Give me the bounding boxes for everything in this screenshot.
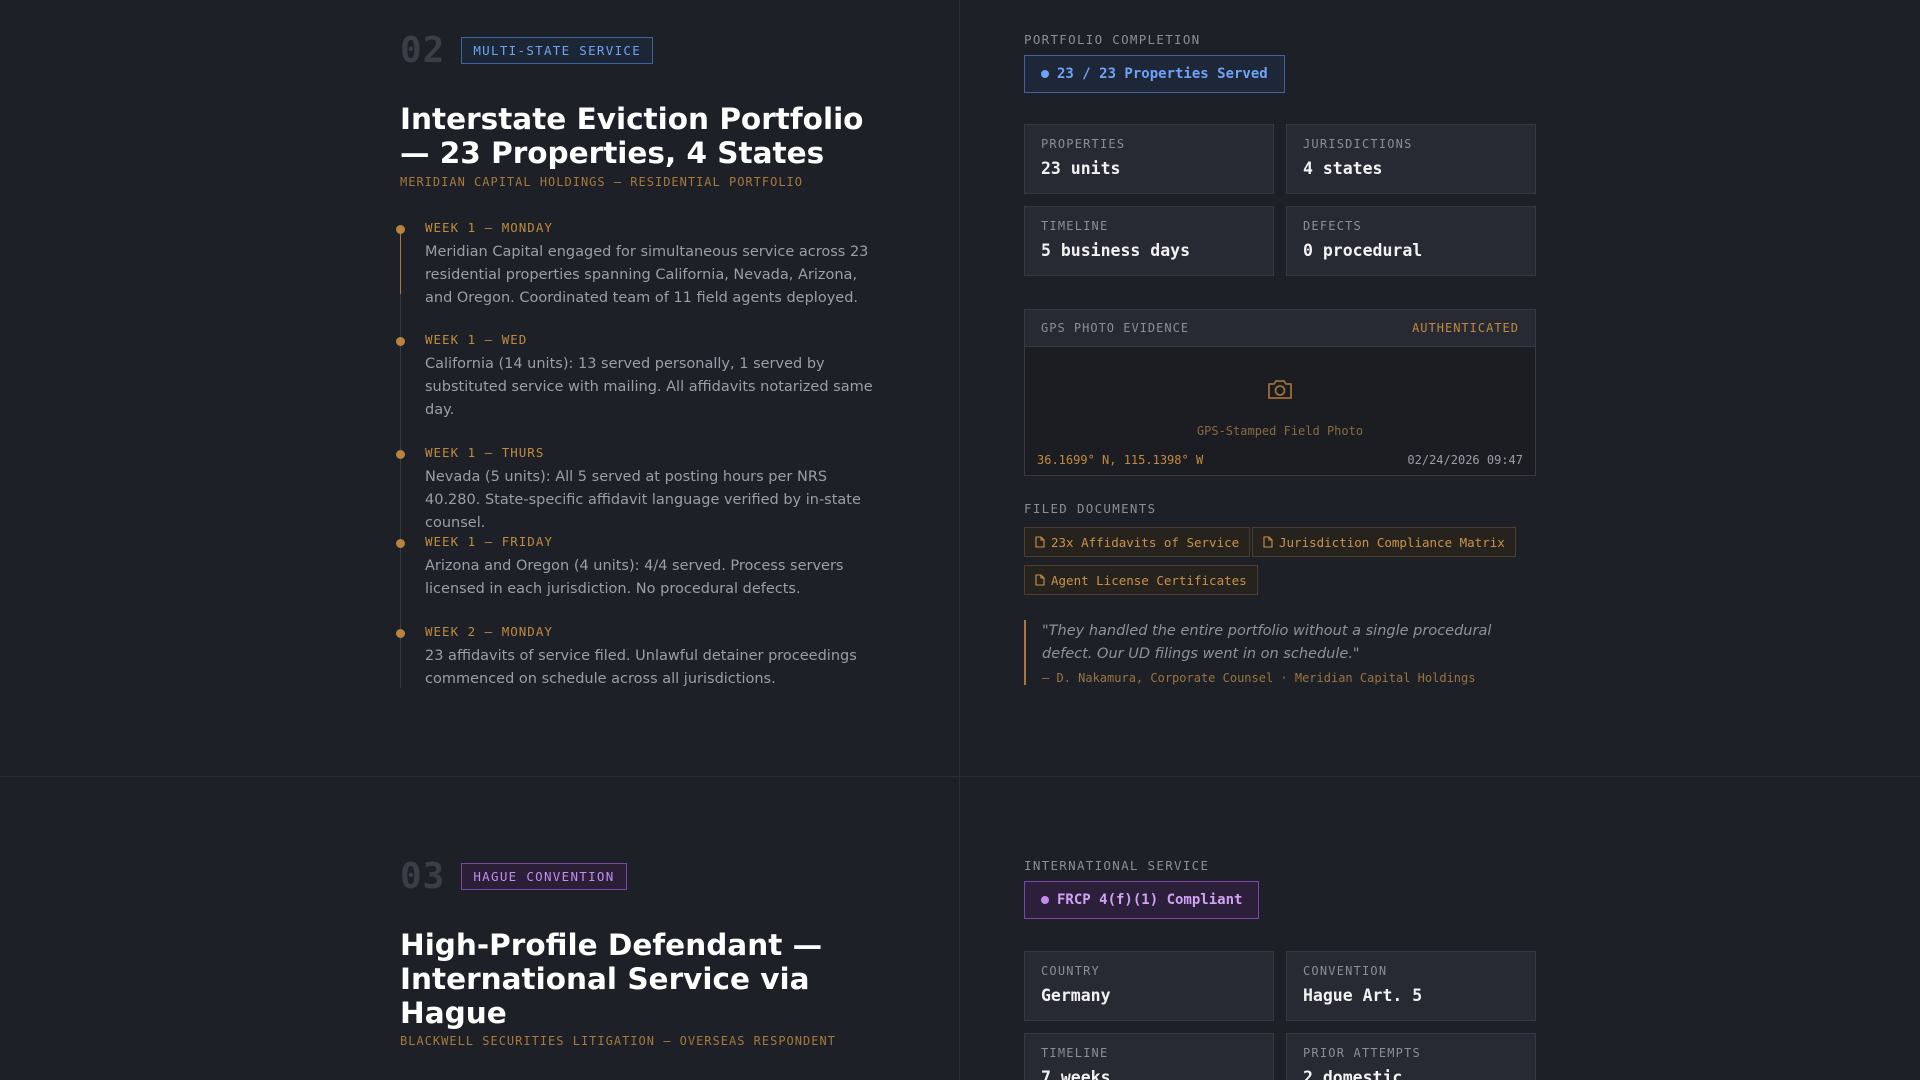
timeline-item: WEEK 1 — FRIDAY Arizona and Oregon (4 un… — [396, 534, 880, 601]
timeline-label: WEEK 1 — FRIDAY — [425, 534, 553, 549]
case-tag: MULTI-STATE SERVICE — [461, 37, 654, 64]
document-chip[interactable]: Jurisdiction Compliance Matrix — [1252, 527, 1516, 557]
gps-card-title: GPS PHOTO EVIDENCE — [1041, 321, 1190, 335]
filed-documents-label: FILED DOCUMENTS — [1024, 501, 1157, 516]
gps-photo-area: GPS-Stamped Field Photo 36.1699° N, 115.… — [1025, 347, 1535, 475]
compliance-status-text: FRCP 4(f)(1) Compliant — [1057, 892, 1243, 908]
gps-caption: GPS-Stamped Field Photo — [1196, 424, 1364, 438]
completion-label: PORTFOLIO COMPLETION — [1024, 32, 1201, 47]
case-subtitle: MERIDIAN CAPITAL HOLDINGS — RESIDENTIAL … — [400, 175, 804, 189]
stat-card-defects: DEFECTS 0 procedural — [1286, 206, 1536, 276]
completion-status-text: 23 / 23 Properties Served — [1057, 66, 1268, 82]
gps-photo-card[interactable]: GPS PHOTO EVIDENCE AUTHENTICATED GPS-Sta… — [1024, 309, 1536, 476]
quote-text: "They handled the entire portfolio witho… — [1042, 623, 1492, 662]
stat-label: COUNTRY — [1041, 964, 1100, 978]
camera-icon — [1268, 380, 1292, 399]
stat-value: Hague Art. 5 — [1303, 986, 1423, 1005]
timeline-item: WEEK 1 — WED California (14 units): 13 s… — [396, 332, 880, 422]
stat-card-timeline: TIMELINE 5 business days — [1024, 206, 1274, 276]
document-chip[interactable]: 23x Affidavits of Service — [1024, 527, 1251, 557]
document-chip-label: Jurisdiction Compliance Matrix — [1279, 534, 1505, 550]
timeline-dot — [396, 629, 405, 638]
completion-status-badge: 23 / 23 Properties Served — [1024, 55, 1285, 93]
document-chip-label: Agent License Certificates — [1051, 572, 1247, 588]
stat-card-properties: PROPERTIES 23 units — [1024, 124, 1274, 194]
stat-card-timeline: TIMELINE 7 weeks — [1024, 1033, 1274, 1080]
stat-label: PRIOR ATTEMPTS — [1303, 1046, 1421, 1060]
timeline-dot — [396, 225, 405, 234]
stat-value: 0 procedural — [1303, 241, 1423, 260]
timeline-dot — [396, 337, 405, 346]
document-icon — [1035, 574, 1045, 586]
gps-coordinates: 36.1699° N, 115.1398° W — [1037, 453, 1204, 467]
stat-card-jurisdictions: JURISDICTIONS 4 states — [1286, 124, 1536, 194]
stat-value: 7 weeks — [1041, 1068, 1111, 1080]
column-divider — [959, 0, 960, 1080]
stat-value: 5 business days — [1041, 241, 1191, 260]
timeline-text: Nevada (5 units): All 5 served at postin… — [425, 469, 861, 531]
stat-label: TIMELINE — [1041, 1046, 1109, 1060]
document-icon — [1263, 536, 1273, 548]
stat-label: TIMELINE — [1041, 219, 1109, 233]
stat-card-prior-attempts: PRIOR ATTEMPTS 2 domestic — [1286, 1033, 1536, 1080]
stat-label: JURISDICTIONS — [1303, 137, 1413, 151]
timeline-text: Arizona and Oregon (4 units): 4/4 served… — [425, 558, 844, 597]
case-subtitle: BLACKWELL SECURITIES LITIGATION — OVERSE… — [400, 1034, 836, 1048]
document-icon — [1035, 536, 1045, 548]
status-dot — [1041, 896, 1049, 904]
stat-card-country: COUNTRY Germany — [1024, 951, 1274, 1021]
timeline-text: 23 affidavits of service filed. Unlawful… — [425, 648, 857, 687]
section-divider — [0, 776, 1920, 777]
compliance-status-badge: FRCP 4(f)(1) Compliant — [1024, 881, 1260, 919]
case-title: High-Profile Defendant — International S… — [400, 928, 823, 1030]
timeline-item: WEEK 2 — MONDAY 23 affidavits of service… — [396, 624, 880, 691]
timeline-label: WEEK 1 — WED — [425, 332, 528, 347]
timeline-dot — [396, 450, 405, 459]
timeline-label: WEEK 2 — MONDAY — [425, 624, 553, 639]
status-dot — [1041, 70, 1049, 78]
timeline-item: WEEK 1 — THURS Nevada (5 units): All 5 s… — [396, 445, 880, 535]
case-header: 03 HAGUE CONVENTION — [400, 856, 627, 897]
stat-value: Germany — [1041, 986, 1111, 1005]
stat-label: CONVENTION — [1303, 964, 1388, 978]
document-chip[interactable]: Agent License Certificates — [1024, 565, 1258, 595]
quote-attribution: — D. Nakamura, Corporate Counsel · Merid… — [1042, 671, 1476, 685]
timeline-label: WEEK 1 — THURS — [425, 445, 545, 460]
stat-label: DEFECTS — [1303, 219, 1362, 233]
timeline-text: California (14 units): 13 served persona… — [425, 356, 873, 418]
case-tag: HAGUE CONVENTION — [461, 863, 627, 890]
stat-value: 2 domestic — [1303, 1068, 1403, 1080]
timeline-item: WEEK 1 — MONDAY Meridian Capital engaged… — [396, 220, 880, 310]
case-header: 02 MULTI-STATE SERVICE — [400, 30, 654, 71]
stat-card-convention: CONVENTION Hague Art. 5 — [1286, 951, 1536, 1021]
international-service-label: INTERNATIONAL SERVICE — [1024, 858, 1210, 873]
timeline-label: WEEK 1 — MONDAY — [425, 220, 553, 235]
authenticated-badge: AUTHENTICATED — [1412, 321, 1519, 335]
stat-value: 4 states — [1303, 159, 1383, 178]
stat-value: 23 units — [1041, 159, 1121, 178]
case-number: 02 — [400, 30, 446, 71]
testimonial-quote: "They handled the entire portfolio witho… — [1024, 620, 1544, 685]
case-number: 03 — [400, 856, 446, 897]
document-chip-label: 23x Affidavits of Service — [1051, 534, 1240, 550]
gps-timestamp: 02/24/2026 09:47 — [1407, 453, 1523, 467]
stat-label: PROPERTIES — [1041, 137, 1126, 151]
gps-card-header: GPS PHOTO EVIDENCE AUTHENTICATED — [1025, 310, 1535, 347]
case-title: Interstate Eviction Portfolio — 23 Prope… — [400, 102, 864, 170]
timeline-dot — [396, 539, 405, 548]
timeline-text: Meridian Capital engaged for simultaneou… — [425, 244, 869, 306]
